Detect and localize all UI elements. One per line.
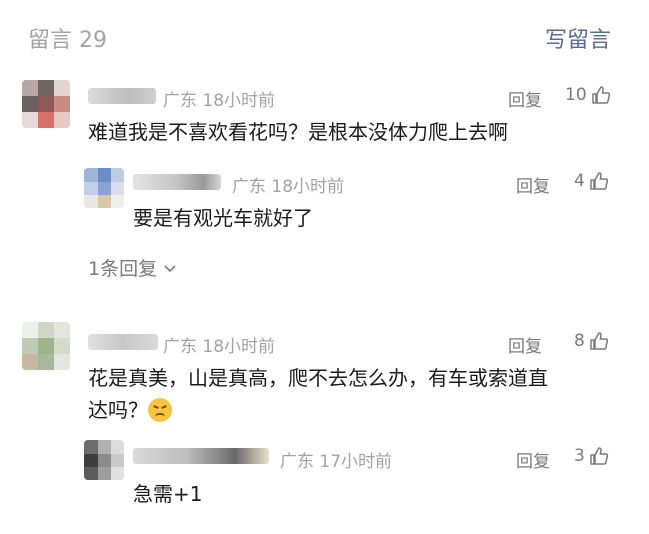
expand-replies-button[interactable]: 1条回复 [88,254,177,281]
avatar[interactable] [84,440,124,480]
more-replies-label: 1条回复 [88,258,158,280]
reply-button[interactable]: 回复 [516,447,550,472]
grimace-emoji-icon [148,398,172,422]
like-count: 10 [565,85,587,105]
like-count: 4 [574,171,585,191]
comment-text: 难道我是不喜欢看花吗？是根本没体力爬上去啊 [88,120,508,144]
comment-meta: 广东 18小时前 [163,91,276,111]
avatar[interactable] [22,322,70,370]
nickname-blurred[interactable] [133,174,221,190]
thumb-up-icon [589,446,609,466]
comment-meta: 广东 18小时前 [163,337,276,357]
comment-text: 花是真美，山是真高，爬不去怎么办，有车或索道直 达吗？ [88,362,628,426]
thumb-up-icon [591,85,611,105]
thumb-up-icon [589,171,609,191]
comment-text-line-2-text: 达吗？ [88,398,148,422]
comment-text-line-2: 达吗？ [88,394,628,426]
reply-meta: 广东 18小时前 [232,177,345,197]
write-comment-button[interactable]: 写留言 [545,22,611,54]
like-button[interactable]: 4 [574,171,609,191]
reply-button[interactable]: 回复 [516,172,550,197]
nickname-blurred[interactable] [88,334,158,350]
comments-count-title: 留言 29 [28,28,107,53]
nickname-blurred[interactable] [88,88,156,104]
reply-text: 要是有观光车就好了 [133,206,313,230]
like-button[interactable]: 8 [574,331,609,351]
comments-header: 留言 29 写留言 [0,0,649,70]
avatar[interactable] [22,80,70,128]
like-button[interactable]: 10 [565,85,611,105]
reply-button[interactable]: 回复 [508,86,542,111]
reply-button[interactable]: 回复 [508,332,542,357]
reply-meta: 广东 17小时前 [280,452,393,472]
like-count: 3 [574,446,585,466]
like-count: 8 [574,331,585,351]
comment-text-line-1: 花是真美，山是真高，爬不去怎么办，有车或索道直 [88,366,548,390]
like-button[interactable]: 3 [574,446,609,466]
thumb-up-icon [589,331,609,351]
reply-text: 急需+1 [133,482,203,506]
chevron-down-icon [163,257,177,279]
nickname-blurred[interactable] [133,448,269,464]
avatar[interactable] [84,168,124,208]
